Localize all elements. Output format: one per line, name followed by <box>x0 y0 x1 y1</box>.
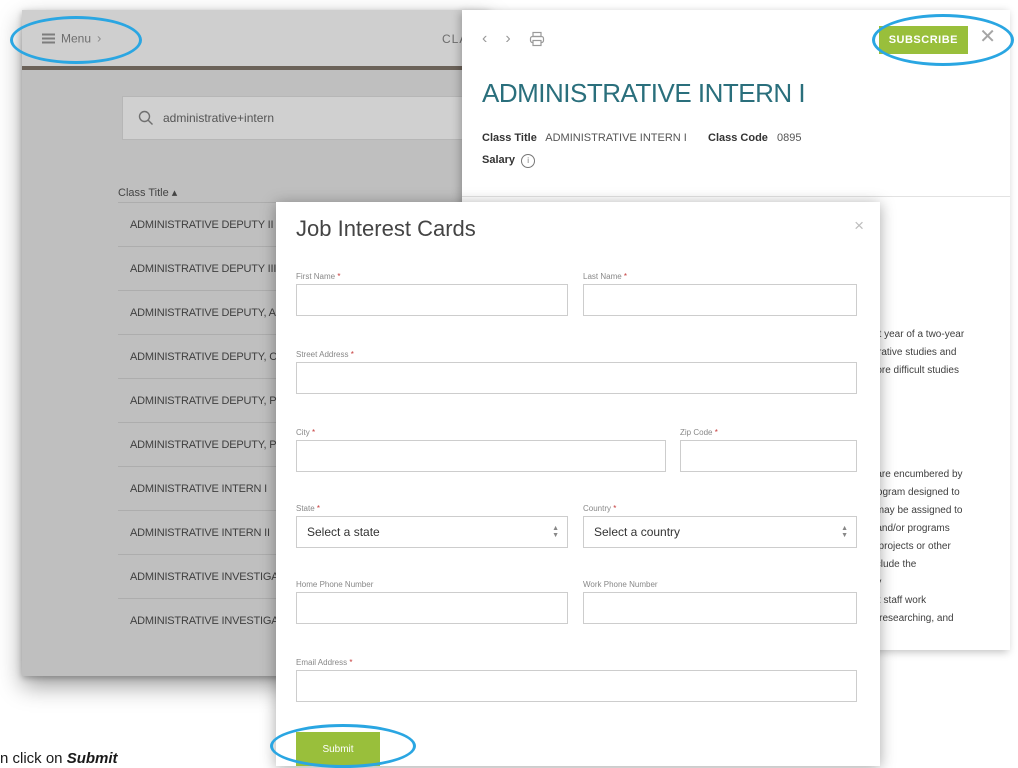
subscribe-highlight-ellipse <box>872 14 1014 66</box>
description-line: istrative studies and <box>868 347 957 358</box>
description-line: g, researching, and <box>868 613 954 624</box>
description-line: nty <box>868 574 1008 592</box>
required-mark: * <box>337 272 341 281</box>
description-line: irst year of a two-year <box>868 329 965 340</box>
description-line: program designed to <box>868 487 960 498</box>
country-select[interactable]: Select a country ▲ ▼ <box>583 516 857 548</box>
detail-nav: ‹ › <box>482 30 545 48</box>
zip-code-label-text: Zip Code <box>680 428 713 437</box>
description-text-2: d are encumbered by program designed to … <box>868 466 1008 628</box>
first-name-field[interactable] <box>296 284 568 316</box>
state-select[interactable]: Select a state ▲ ▼ <box>296 516 568 548</box>
country-label-text: Country <box>583 504 612 513</box>
description-text-1: irst year of a two-year istrative studie… <box>868 326 1008 380</box>
close-icon[interactable]: × <box>854 216 864 236</box>
country-select-value: Select a country <box>594 525 681 539</box>
street-address-label-text: Street Address <box>296 350 349 359</box>
city-label-text: City <box>296 428 310 437</box>
class-code-label: Class Code <box>708 132 768 144</box>
info-icon[interactable]: i <box>521 154 536 168</box>
required-mark: * <box>316 504 321 513</box>
home-phone-field[interactable] <box>296 592 568 624</box>
required-mark: * <box>350 350 354 359</box>
email-label: Email Address * <box>296 658 353 667</box>
class-title-row: Class Title ADMINISTRATIVE INTERN I <box>482 132 687 144</box>
description-line: al projects or other <box>868 541 951 552</box>
menu-highlight-ellipse <box>10 16 142 64</box>
state-select-value: Select a state <box>307 525 380 539</box>
zip-code-label: Zip Code * <box>680 428 718 437</box>
class-code-row: Class Code 0895 <box>708 132 801 144</box>
email-label-text: Email Address <box>296 658 348 667</box>
job-interest-modal: Job Interest Cards × First Name * Last N… <box>276 202 880 766</box>
description-line: lex staff work <box>868 595 927 606</box>
search-value: administrative+intern <box>163 111 275 125</box>
required-mark: * <box>312 428 316 437</box>
state-label: State * <box>296 504 320 513</box>
country-label: Country * <box>583 504 616 513</box>
detail-divider <box>462 196 1010 197</box>
modal-title: Job Interest Cards <box>296 216 476 241</box>
salary-label: Salary <box>482 154 516 166</box>
work-phone-label: Work Phone Number <box>583 580 658 589</box>
description-line: n and/or programs <box>868 523 950 534</box>
next-icon[interactable]: › <box>505 30 510 48</box>
last-name-label-text: Last Name <box>583 272 622 281</box>
class-title-label: Class Title <box>482 132 537 144</box>
state-label-text: State <box>296 504 315 513</box>
description-line: more difficult studies <box>868 365 959 376</box>
caption-emphasis: Submit <box>66 750 118 767</box>
street-address-field[interactable] <box>296 362 857 394</box>
city-label: City * <box>296 428 315 437</box>
instruction-caption: n click on Submit <box>0 750 118 767</box>
column-header-class-title[interactable]: Class Title ▴ <box>118 186 177 199</box>
previous-icon[interactable]: ‹ <box>482 30 487 48</box>
home-phone-label: Home Phone Number <box>296 580 374 589</box>
last-name-field[interactable] <box>583 284 857 316</box>
work-phone-field[interactable] <box>583 592 857 624</box>
search-icon <box>138 110 153 125</box>
zip-code-field[interactable] <box>680 440 857 472</box>
print-icon[interactable] <box>529 31 545 47</box>
city-field[interactable] <box>296 440 666 472</box>
first-name-label-text: First Name <box>296 272 336 281</box>
last-name-label: Last Name * <box>583 272 627 281</box>
required-mark: * <box>349 658 353 667</box>
email-field[interactable] <box>296 670 857 702</box>
class-title-value: ADMINISTRATIVE INTERN I <box>545 132 687 144</box>
class-code-value: 0895 <box>776 132 802 144</box>
select-caret-icon: ▲ ▼ <box>552 525 559 539</box>
required-mark: * <box>613 504 617 513</box>
description-line: d are encumbered by <box>868 469 963 480</box>
select-caret-icon: ▲ ▼ <box>841 525 848 539</box>
first-name-label: First Name * <box>296 272 340 281</box>
required-mark: * <box>623 272 628 281</box>
salary-row: Salary i <box>482 154 536 168</box>
search-input[interactable]: administrative+intern <box>122 96 490 140</box>
description-line: include the <box>868 559 917 570</box>
submit-highlight-ellipse <box>270 724 416 768</box>
page-title: ADMINISTRATIVE INTERN I <box>482 78 806 108</box>
street-address-label: Street Address * <box>296 350 354 359</box>
description-line: s may be assigned to <box>868 505 963 516</box>
required-mark: * <box>714 428 718 437</box>
caption-prefix: n click on <box>0 750 67 767</box>
